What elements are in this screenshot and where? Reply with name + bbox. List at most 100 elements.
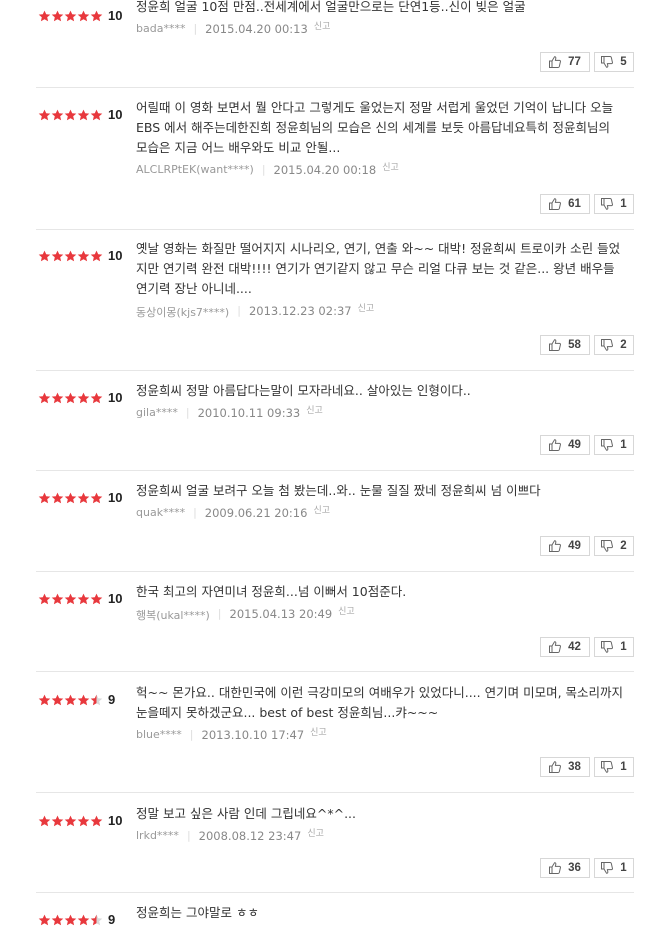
stars <box>38 694 103 706</box>
review-meta: quak**** | 2009.06.21 20:16 신고 <box>136 506 624 520</box>
reviewer-name[interactable]: blue**** <box>136 728 182 741</box>
star-filled-icon <box>90 593 103 604</box>
review-text: 한국 최고의 자연미녀 정윤희...넘 이뻐서 10점준다. <box>136 584 407 599</box>
dislike-button[interactable]: 5 <box>594 52 634 72</box>
like-button[interactable]: 36 <box>540 858 590 878</box>
like-count: 58 <box>568 339 581 351</box>
dislike-count: 5 <box>620 56 627 68</box>
review-body: 정말 보고 싶은 사람 인데 그립네요^*^... lrkd**** | 2008.0… <box>136 804 624 843</box>
star-rating: 10 <box>38 490 122 505</box>
thumbs-up-icon <box>549 198 562 210</box>
review-date: 2013.10.10 17:47 <box>201 728 305 742</box>
review-item: 10 어릴때 이 영화 보면서 뭘 안다고 그렇게도 울었는지 정말 서럽게 울었… <box>36 88 634 230</box>
thumbs-up-icon <box>549 862 562 874</box>
dislike-button[interactable]: 1 <box>594 757 634 777</box>
dislike-button[interactable]: 1 <box>594 637 634 657</box>
star-filled-icon <box>38 10 51 21</box>
thumbs-down-icon <box>601 641 614 653</box>
like-button[interactable]: 49 <box>540 435 590 455</box>
review-date: 2015.04.20 00:18 <box>273 163 377 177</box>
report-link[interactable]: 신고 <box>382 160 399 173</box>
review-item: 9 정윤희는 그야말로 ㅎㅎ <box>36 893 634 933</box>
star-rating: 10 <box>38 813 122 828</box>
star-filled-icon <box>90 392 103 403</box>
star-filled-icon <box>64 492 77 503</box>
reviewer-name[interactable]: 행복(ukal****) <box>136 607 210 623</box>
reviewer-name[interactable]: lrkd**** <box>136 829 179 842</box>
review-item: 10 정윤희씨 얼굴 보려구 오늘 첨 봤는데..와.. 눈물 질질 짰네 정윤희… <box>36 471 634 572</box>
star-filled-icon <box>51 815 64 826</box>
star-filled-icon <box>38 392 51 403</box>
dislike-button[interactable]: 2 <box>594 335 634 355</box>
star-filled-icon <box>77 914 90 925</box>
rating-score: 9 <box>108 692 116 707</box>
star-filled-icon <box>51 492 64 503</box>
reviewer-name[interactable]: bada**** <box>136 22 185 35</box>
dislike-count: 1 <box>620 641 627 653</box>
thumbs-up-icon <box>549 540 562 552</box>
reviewer-name[interactable]: 동상이몽(kjs7****) <box>136 304 229 320</box>
dislike-count: 1 <box>620 198 627 210</box>
report-link[interactable]: 신고 <box>313 503 330 516</box>
review-text: 헉~~ 몬가요.. 대한민국에 이런 극강미모의 여배우가 있었다니.... 연… <box>136 685 624 720</box>
star-filled-icon <box>64 815 77 826</box>
star-filled-icon <box>77 815 90 826</box>
dislike-count: 2 <box>620 540 627 552</box>
thumbs-down-icon <box>601 862 614 874</box>
review-body: 옛날 영화는 화질만 떨어지지 시나리오, 연기, 연출 와~~ 대박! 정윤희… <box>136 239 624 320</box>
dislike-button[interactable]: 2 <box>594 536 634 556</box>
star-filled-icon <box>51 250 64 261</box>
dislike-button[interactable]: 1 <box>594 194 634 214</box>
review-body: 한국 최고의 자연미녀 정윤희...넘 이뻐서 10점준다. 행복(ukal***… <box>136 582 624 623</box>
rating-score: 9 <box>108 912 116 927</box>
divider: | <box>261 163 266 176</box>
review-text: 옛날 영화는 화질만 떨어지지 시나리오, 연기, 연출 와~~ 대박! 정윤희… <box>136 241 621 296</box>
star-filled-icon <box>64 694 77 705</box>
star-filled-icon <box>64 392 77 403</box>
like-button[interactable]: 42 <box>540 637 590 657</box>
star-rating: 10 <box>38 107 122 122</box>
review-body: 정윤희는 그야말로 ㅎㅎ <box>136 903 624 923</box>
thumbs-down-icon <box>601 540 614 552</box>
like-button[interactable]: 38 <box>540 757 590 777</box>
reviewer-name[interactable]: gila**** <box>136 406 178 419</box>
star-rating: 9 <box>38 692 115 707</box>
report-link[interactable]: 신고 <box>358 301 375 314</box>
review-body: 정윤희씨 정말 아름답다는말이 모자라네요.. 살아있는 인형이다.. gila*… <box>136 381 624 420</box>
star-filled-icon <box>51 593 64 604</box>
dislike-button[interactable]: 1 <box>594 858 634 878</box>
vote-buttons: 61 1 <box>536 194 634 214</box>
like-button[interactable]: 77 <box>540 52 590 72</box>
review-body: 어릴때 이 영화 보면서 뭘 안다고 그렇게도 울었는지 정말 서럽게 울었던 … <box>136 98 624 177</box>
star-filled-icon <box>64 914 77 925</box>
divider: | <box>186 829 191 842</box>
rating-score: 10 <box>108 591 123 606</box>
like-button[interactable]: 61 <box>540 194 590 214</box>
star-filled-icon <box>90 250 103 261</box>
dislike-button[interactable]: 1 <box>594 435 634 455</box>
like-button[interactable]: 58 <box>540 335 590 355</box>
report-link[interactable]: 신고 <box>306 403 323 416</box>
review-text: 정말 보고 싶은 사람 인데 그립네요^*^... <box>136 806 356 821</box>
review-meta: 행복(ukal****) | 2015.04.13 20:49 신고 <box>136 607 624 623</box>
stars <box>38 492 103 504</box>
report-link[interactable]: 신고 <box>314 19 331 32</box>
thumbs-down-icon <box>601 56 614 68</box>
reviewer-name[interactable]: quak**** <box>136 506 185 519</box>
reviewer-name[interactable]: ALCLRPtEK(want****) <box>136 163 254 176</box>
report-link[interactable]: 신고 <box>307 826 324 839</box>
rating-score: 10 <box>108 8 123 23</box>
report-link[interactable]: 신고 <box>338 604 355 617</box>
star-filled-icon <box>38 492 51 503</box>
thumbs-down-icon <box>601 761 614 773</box>
dislike-count: 1 <box>620 862 627 874</box>
review-date: 2015.04.13 20:49 <box>229 607 333 621</box>
star-filled-icon <box>51 392 64 403</box>
dislike-count: 1 <box>620 761 627 773</box>
star-rating: 9 <box>38 912 115 927</box>
star-filled-icon <box>77 10 90 21</box>
like-count: 77 <box>568 56 581 68</box>
like-button[interactable]: 49 <box>540 536 590 556</box>
report-link[interactable]: 신고 <box>310 725 327 738</box>
star-filled-icon <box>77 593 90 604</box>
